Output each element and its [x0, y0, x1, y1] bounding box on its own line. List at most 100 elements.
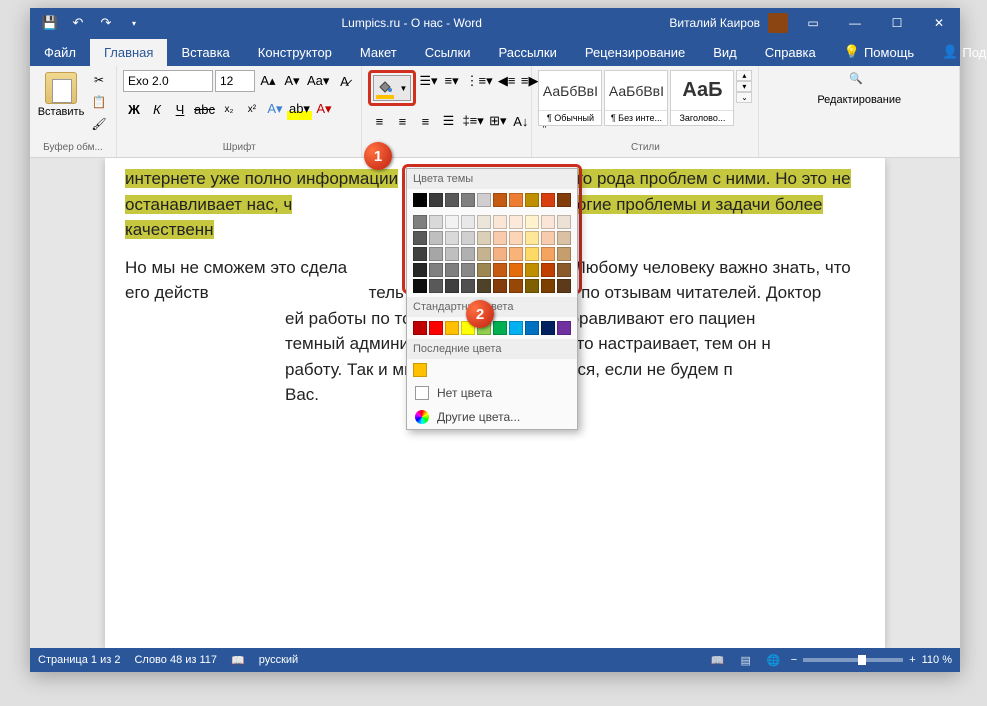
- user-avatar-icon[interactable]: [768, 13, 788, 33]
- color-swatch[interactable]: [541, 193, 555, 207]
- no-color-item[interactable]: Нет цвета: [407, 381, 577, 405]
- color-swatch[interactable]: [493, 263, 507, 277]
- color-swatch[interactable]: [445, 247, 459, 261]
- status-language[interactable]: русский: [259, 654, 298, 666]
- sort-icon[interactable]: A↓: [510, 110, 532, 132]
- color-swatch[interactable]: [493, 279, 507, 293]
- color-swatch[interactable]: [461, 263, 475, 277]
- color-swatch[interactable]: [445, 231, 459, 245]
- color-swatch[interactable]: [445, 215, 459, 229]
- ribbon-options-icon[interactable]: ▭: [792, 8, 834, 38]
- color-swatch[interactable]: [541, 215, 555, 229]
- styles-scroll-up-icon[interactable]: ▴: [736, 70, 752, 81]
- color-swatch[interactable]: [557, 231, 571, 245]
- color-swatch[interactable]: [509, 247, 523, 261]
- cut-icon[interactable]: ✂: [88, 70, 110, 90]
- line-spacing-icon[interactable]: ‡≡▾: [460, 110, 485, 132]
- strike-button[interactable]: abc: [192, 98, 217, 120]
- color-swatch[interactable]: [477, 231, 491, 245]
- color-swatch[interactable]: [445, 321, 459, 335]
- italic-button[interactable]: К: [146, 98, 168, 120]
- decrease-indent-icon[interactable]: ◀≡: [496, 70, 518, 92]
- font-name-select[interactable]: [123, 70, 213, 92]
- color-swatch[interactable]: [413, 321, 427, 335]
- tab-insert[interactable]: Вставка: [167, 39, 243, 66]
- color-swatch[interactable]: [525, 279, 539, 293]
- styles-scroll-down-icon[interactable]: ▾: [736, 81, 752, 92]
- color-swatch[interactable]: [461, 279, 475, 293]
- color-swatch[interactable]: [509, 263, 523, 277]
- color-swatch[interactable]: [429, 215, 443, 229]
- color-swatch[interactable]: [557, 321, 571, 335]
- color-swatch[interactable]: [493, 231, 507, 245]
- color-swatch[interactable]: [509, 321, 523, 335]
- align-left-icon[interactable]: ≡: [368, 110, 390, 132]
- copy-icon[interactable]: 📋: [88, 92, 110, 112]
- color-swatch[interactable]: [429, 193, 443, 207]
- color-swatch[interactable]: [509, 279, 523, 293]
- color-swatch[interactable]: [493, 321, 507, 335]
- subscript-button[interactable]: x₂: [218, 98, 240, 120]
- save-icon[interactable]: 💾: [38, 11, 62, 35]
- color-swatch[interactable]: [493, 215, 507, 229]
- color-swatch[interactable]: [429, 279, 443, 293]
- redo-icon[interactable]: ↷: [94, 11, 118, 35]
- zoom-in-icon[interactable]: +: [909, 654, 915, 666]
- multilevel-icon[interactable]: ⋮≡▾: [464, 70, 495, 92]
- font-color-icon[interactable]: A▾: [313, 98, 335, 120]
- tab-references[interactable]: Ссылки: [411, 39, 485, 66]
- color-swatch[interactable]: [429, 263, 443, 277]
- color-swatch[interactable]: [541, 321, 555, 335]
- tab-review[interactable]: Рецензирование: [571, 39, 699, 66]
- color-swatch[interactable]: [477, 279, 491, 293]
- color-swatch[interactable]: [429, 321, 443, 335]
- color-swatch[interactable]: [509, 193, 523, 207]
- color-swatch[interactable]: [557, 263, 571, 277]
- tab-mailings[interactable]: Рассылки: [484, 39, 570, 66]
- format-painter-icon[interactable]: 🖌: [88, 114, 110, 134]
- shrink-font-icon[interactable]: A▾: [281, 70, 303, 92]
- color-swatch[interactable]: [429, 231, 443, 245]
- color-swatch[interactable]: [525, 247, 539, 261]
- zoom-out-icon[interactable]: −: [791, 654, 797, 666]
- tab-home[interactable]: Главная: [90, 39, 167, 66]
- color-swatch[interactable]: [509, 215, 523, 229]
- minimize-icon[interactable]: —: [834, 8, 876, 38]
- qat-customize-icon[interactable]: ▾: [122, 11, 146, 35]
- color-swatch[interactable]: [445, 263, 459, 277]
- shading-button[interactable]: ▼: [373, 75, 411, 101]
- color-swatch[interactable]: [413, 247, 427, 261]
- color-swatch[interactable]: [541, 231, 555, 245]
- color-swatch[interactable]: [477, 263, 491, 277]
- color-swatch[interactable]: [525, 321, 539, 335]
- color-swatch[interactable]: [445, 193, 459, 207]
- tab-design[interactable]: Конструктор: [244, 39, 346, 66]
- color-swatch[interactable]: [413, 279, 427, 293]
- color-swatch[interactable]: [525, 263, 539, 277]
- color-swatch[interactable]: [541, 247, 555, 261]
- read-mode-icon[interactable]: 📖: [707, 651, 729, 669]
- zoom-slider[interactable]: [803, 658, 903, 662]
- color-swatch[interactable]: [557, 193, 571, 207]
- color-swatch[interactable]: [429, 247, 443, 261]
- font-size-select[interactable]: [215, 70, 255, 92]
- undo-icon[interactable]: ↶: [66, 11, 90, 35]
- color-swatch[interactable]: [461, 215, 475, 229]
- bold-button[interactable]: Ж: [123, 98, 145, 120]
- status-page[interactable]: Страница 1 из 2: [38, 654, 120, 666]
- color-swatch[interactable]: [461, 247, 475, 261]
- color-swatch[interactable]: [413, 231, 427, 245]
- superscript-button[interactable]: x²: [241, 98, 263, 120]
- status-proofing-icon[interactable]: 📖: [231, 654, 245, 667]
- color-swatch[interactable]: [509, 231, 523, 245]
- justify-icon[interactable]: ☰: [437, 110, 459, 132]
- print-layout-icon[interactable]: ▤: [735, 651, 757, 669]
- align-center-icon[interactable]: ≡: [391, 110, 413, 132]
- color-swatch[interactable]: [461, 231, 475, 245]
- style-item-1[interactable]: АаБбВвІ¶ Без инте...: [604, 70, 668, 126]
- color-swatch[interactable]: [413, 193, 427, 207]
- color-swatch[interactable]: [477, 247, 491, 261]
- tab-assist[interactable]: 💡Помощь: [830, 38, 928, 66]
- grow-font-icon[interactable]: A▴: [257, 70, 279, 92]
- highlight-color-icon[interactable]: ab▾: [287, 98, 312, 120]
